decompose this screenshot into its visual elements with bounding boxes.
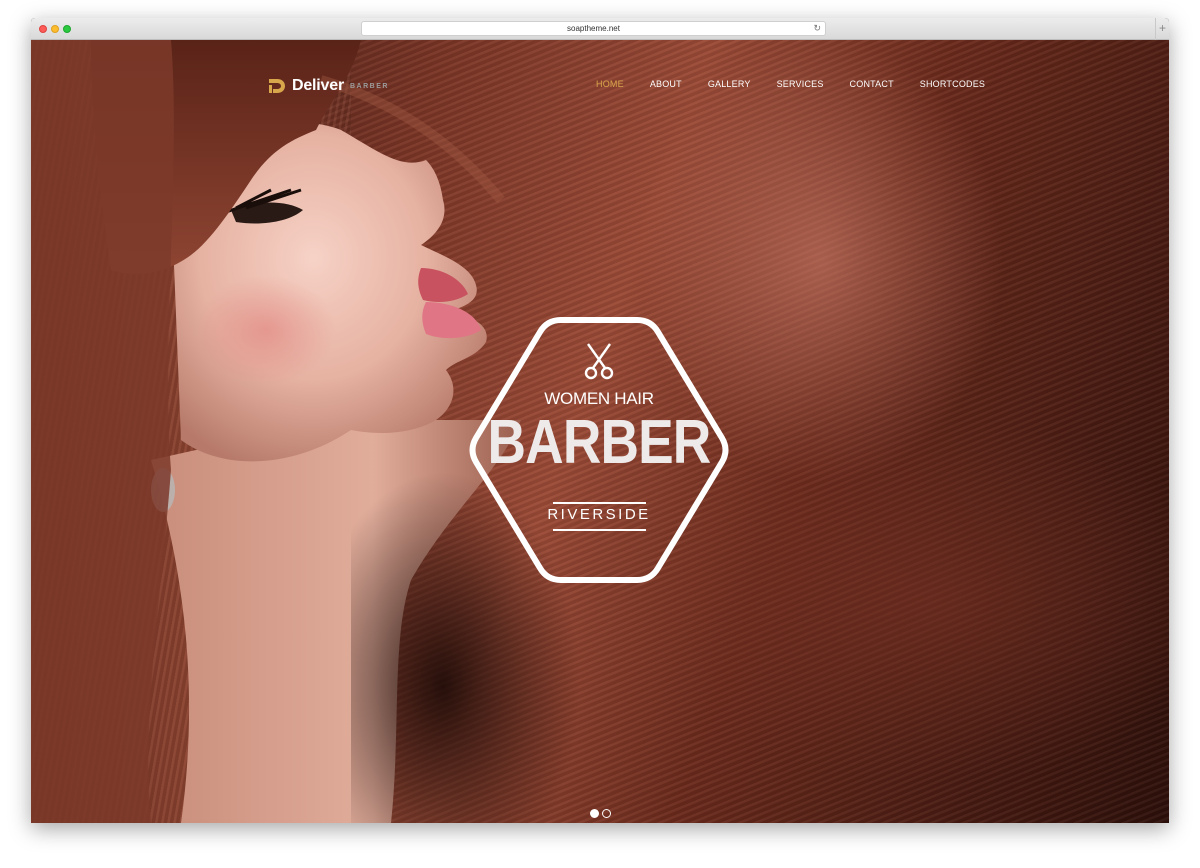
browser-titlebar: soaptheme.net ↻ + [31,18,1169,40]
logo-text: Deliver [292,77,344,94]
nav-item-about[interactable]: ABOUT [650,79,682,89]
hero-divider-bottom [553,529,646,531]
hero-slider: Deliver BARBER HOME ABOUT GALLERY SERVIC… [31,40,1169,823]
logo-mark-icon [269,79,285,93]
slider-dot-1[interactable] [590,809,599,818]
nav-item-services[interactable]: SERVICES [777,79,824,89]
nav-item-contact[interactable]: CONTACT [850,79,894,89]
nav-item-gallery[interactable]: GALLERY [708,79,751,89]
hero-divider-top [553,502,646,504]
hero-badge: WOMEN HAIR BARBER RIVERSIDE [467,316,731,584]
main-nav: HOME ABOUT GALLERY SERVICES CONTACT SHOR… [596,79,1011,89]
maximize-window-icon[interactable] [63,25,71,33]
hero-title: BARBER [487,408,712,477]
nav-item-home[interactable]: HOME [596,79,624,89]
address-bar[interactable]: soaptheme.net ↻ [361,21,826,36]
minimize-window-icon[interactable] [51,25,59,33]
site-logo[interactable]: Deliver BARBER [267,75,389,97]
address-bar-url: soaptheme.net [567,24,620,33]
new-tab-icon[interactable]: + [1155,18,1169,40]
browser-window: soaptheme.net ↻ + Deliver BARBER HOME AB… [31,18,1169,823]
reload-icon[interactable]: ↻ [813,22,821,35]
scissors-icon [584,343,614,380]
slider-pagination [590,809,611,818]
hero-location: RIVERSIDE [547,506,651,523]
slider-dot-2[interactable] [602,809,611,818]
close-window-icon[interactable] [39,25,47,33]
logo-subtitle: BARBER [349,82,389,90]
hero-subtitle: WOMEN HAIR [544,389,654,408]
nav-item-shortcodes[interactable]: SHORTCODES [920,79,985,89]
